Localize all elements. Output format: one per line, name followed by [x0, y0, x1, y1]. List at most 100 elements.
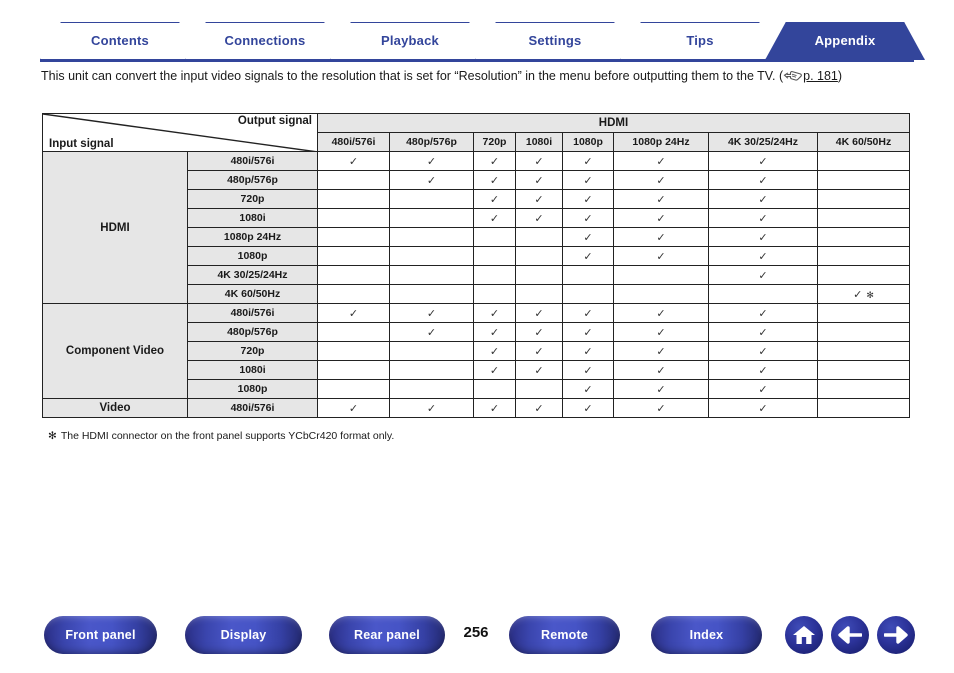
check-icon: ✓ — [534, 174, 544, 187]
check-icon: ✓ — [583, 174, 593, 187]
cell-0-0-6: ✓ — [708, 151, 818, 171]
cell-1-0-0: ✓ — [317, 303, 390, 323]
check-icon: ✓ — [426, 402, 437, 415]
check-icon: ✓ — [348, 155, 359, 168]
check-icon: ✓ — [583, 402, 593, 415]
check-icon: ✓ — [583, 212, 593, 225]
check-icon: ✓ — [489, 307, 500, 320]
check-icon: ✓ — [758, 231, 768, 244]
check-icon: ✓ — [656, 250, 666, 263]
cell-0-1-4: ✓ — [562, 170, 614, 190]
home-icon — [792, 624, 816, 646]
cell-1-4-0 — [317, 379, 390, 399]
cell-0-4-1 — [389, 227, 474, 247]
check-icon: ✓ — [583, 307, 593, 320]
home-icon-button[interactable] — [785, 616, 823, 654]
input-group-hdmi: HDMI — [42, 151, 188, 304]
check-icon: ✓ — [758, 307, 768, 320]
nav-button-label: Rear panel — [354, 628, 420, 642]
cell-0-3-1 — [389, 208, 474, 228]
cell-1-0-1: ✓ — [389, 303, 474, 323]
back-arrow-icon — [838, 626, 862, 644]
cell-0-7-2 — [473, 284, 516, 304]
intro-text: This unit can convert the input video si… — [41, 69, 776, 83]
cell-2-0-4: ✓ — [562, 398, 614, 418]
row-label: 720p — [187, 341, 318, 361]
nav-button-rear-panel[interactable]: Rear panel — [329, 616, 445, 654]
row-label: 4K 30/25/24Hz — [187, 265, 318, 285]
cell-0-5-2 — [473, 246, 516, 266]
check-icon: ✓ — [426, 155, 437, 168]
page-reference[interactable]: (p. 181) — [779, 69, 842, 83]
cell-0-3-7 — [817, 208, 910, 228]
intro-paragraph: This unit can convert the input video si… — [41, 68, 921, 84]
tab-appendix[interactable]: Appendix — [765, 22, 925, 60]
column-header-2: 720p — [473, 132, 516, 152]
check-icon: ✓ — [534, 345, 544, 358]
nav-button-index[interactable]: Index — [651, 616, 762, 654]
cell-0-0-3: ✓ — [515, 151, 563, 171]
cell-0-1-5: ✓ — [613, 170, 709, 190]
cell-1-3-2: ✓ — [473, 360, 516, 380]
cell-0-6-3 — [515, 265, 563, 285]
tab-settings[interactable]: Settings — [475, 22, 635, 60]
forward-arrow-icon-button[interactable] — [877, 616, 915, 654]
cell-1-2-4: ✓ — [562, 341, 614, 361]
row-label: 480i/576i — [187, 151, 318, 171]
cell-0-7-1 — [389, 284, 474, 304]
check-icon: ✓ — [656, 307, 666, 320]
cell-1-1-7 — [817, 322, 910, 342]
cell-1-0-3: ✓ — [515, 303, 563, 323]
cell-0-5-4: ✓ — [562, 246, 614, 266]
input-group-video: Video — [42, 398, 188, 418]
check-icon: ✓ — [758, 345, 768, 358]
footnote-text: The HDMI connector on the front panel su… — [60, 430, 395, 442]
nav-button-label: Remote — [540, 628, 589, 642]
check-icon: ✓ — [758, 364, 768, 377]
check-icon: ✓ — [758, 250, 768, 263]
tab-tips[interactable]: Tips — [620, 22, 780, 60]
cell-1-4-3 — [515, 379, 563, 399]
cell-0-6-7 — [817, 265, 910, 285]
cell-2-0-2: ✓ — [473, 398, 516, 418]
check-icon: ✓ — [758, 193, 768, 206]
check-icon: ✓ — [758, 174, 768, 187]
cell-1-4-7 — [817, 379, 910, 399]
check-icon: ✓ — [656, 174, 666, 187]
cell-0-1-2: ✓ — [473, 170, 516, 190]
nav-button-remote[interactable]: Remote — [509, 616, 620, 654]
cell-0-0-4: ✓ — [562, 151, 614, 171]
page-reference-link[interactable]: p. 181 — [803, 69, 838, 83]
cell-1-4-6: ✓ — [708, 379, 818, 399]
cell-0-5-6: ✓ — [708, 246, 818, 266]
check-icon: ✓ — [348, 402, 359, 415]
nav-button-display[interactable]: Display — [185, 616, 302, 654]
nav-button-front-panel[interactable]: Front panel — [44, 616, 157, 654]
cell-1-1-3: ✓ — [515, 322, 563, 342]
cell-1-1-6: ✓ — [708, 322, 818, 342]
back-arrow-icon-button[interactable] — [831, 616, 869, 654]
cell-0-6-6: ✓ — [708, 265, 818, 285]
tab-playback[interactable]: Playback — [330, 22, 490, 60]
cell-1-0-7 — [817, 303, 910, 323]
page-number: 256 — [463, 624, 489, 641]
cell-0-1-1: ✓ — [389, 170, 474, 190]
table-row: Video 480i/576i ✓ ✓ ✓ ✓ ✓ ✓ ✓ — [42, 398, 910, 418]
row-label: 1080i — [187, 208, 318, 228]
cell-0-2-4: ✓ — [562, 189, 614, 209]
check-icon: ✓ — [534, 193, 544, 206]
column-header-1: 480p/576p — [389, 132, 474, 152]
output-signal-label: Output signal — [237, 115, 312, 127]
check-icon: ✓ — [583, 155, 593, 168]
cell-2-0-5: ✓ — [613, 398, 709, 418]
table-row: HDMI 480i/576i ✓ ✓ ✓ ✓ ✓ ✓ ✓ — [42, 151, 910, 304]
tab-bar: Contents Connections Playback Settings Tips A… — [40, 22, 925, 62]
tab-connections[interactable]: Connections — [185, 22, 345, 60]
cell-0-5-5: ✓ — [613, 246, 709, 266]
cell-1-2-5: ✓ — [613, 341, 709, 361]
cell-1-4-1 — [389, 379, 474, 399]
cell-0-5-0 — [317, 246, 390, 266]
row-label: 720p — [187, 189, 318, 209]
tab-contents[interactable]: Contents — [40, 22, 200, 60]
column-header-6: 4K 30/25/24Hz — [708, 132, 818, 152]
